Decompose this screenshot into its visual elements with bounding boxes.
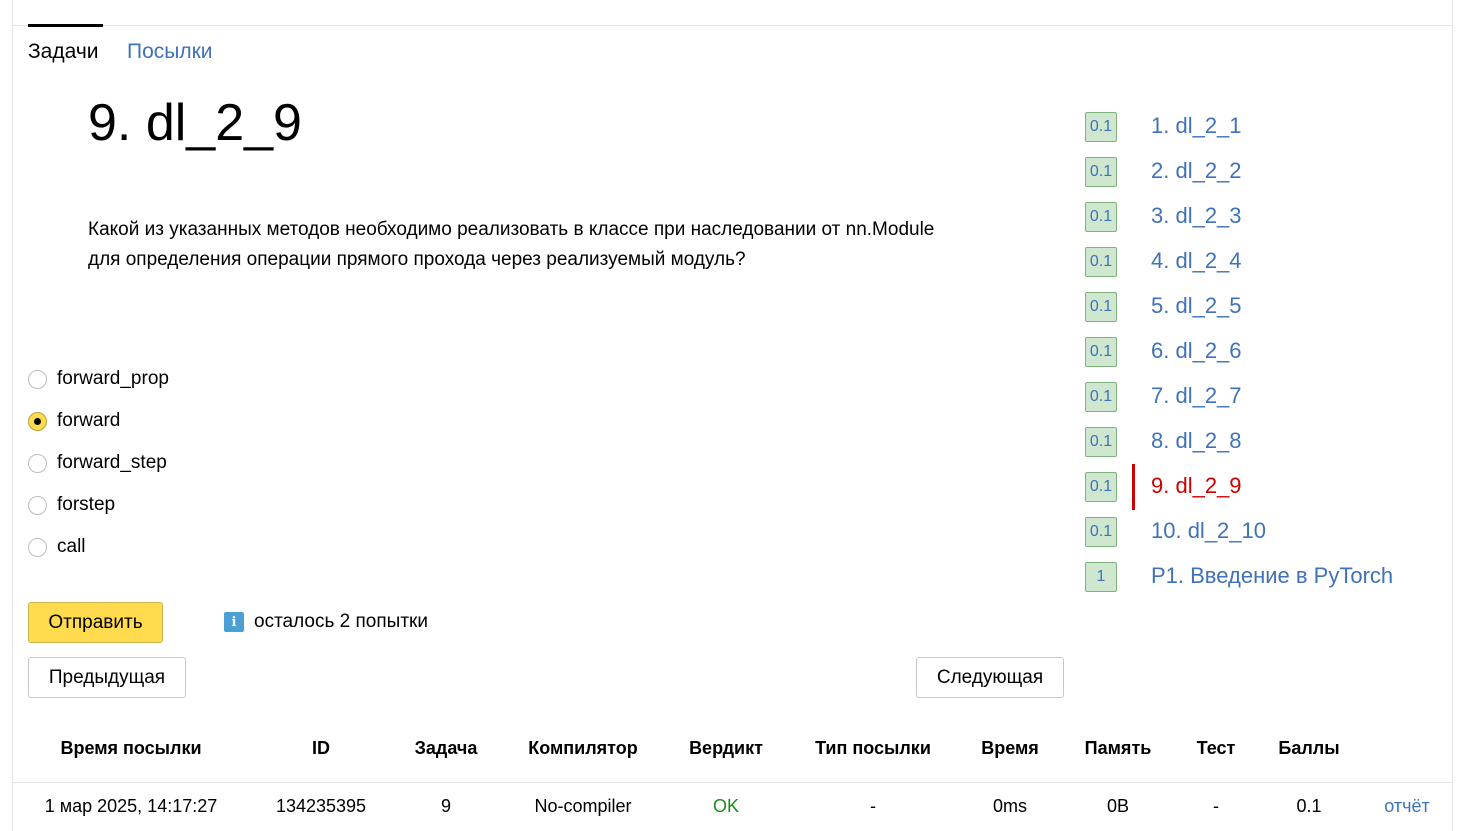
option-forward-step[interactable]: forward_step <box>28 451 167 475</box>
column-header: Баллы <box>1278 738 1340 758</box>
cell-score: 0.1 <box>1296 796 1322 816</box>
score-badge: 0.1 <box>1085 247 1117 277</box>
tab-tasks[interactable]: Задачи <box>28 24 103 64</box>
info-icon: i <box>224 612 244 632</box>
problem-link[interactable]: 5. dl_2_5 <box>1151 293 1242 319</box>
attempts-info: i осталось 2 попытки <box>224 611 428 633</box>
column-header: Компилятор <box>528 738 638 758</box>
problem-list-item[interactable]: 0.1 4. dl_2_4 <box>1085 247 1445 279</box>
statement-line-2: для определения операции прямого прохода… <box>88 249 746 270</box>
column-header: Память <box>1084 738 1152 758</box>
option-forward-prop[interactable]: forward_prop <box>28 367 169 391</box>
cell-memory: 0B <box>1106 796 1130 816</box>
column-header: Задача <box>414 738 478 758</box>
table-header: Время посылки ID Задача Компилятор Верди… <box>12 730 1453 783</box>
option-forward[interactable]: forward <box>28 409 120 433</box>
problem-list-item-current[interactable]: 0.1 9. dl_2_9 <box>1085 464 1445 510</box>
problem-link[interactable]: 10. dl_2_10 <box>1151 518 1266 544</box>
radio-button[interactable] <box>28 453 47 473</box>
problem-list-item[interactable]: 0.1 5. dl_2_5 <box>1085 292 1445 324</box>
score-badge: 0.1 <box>1085 292 1117 322</box>
problem-link[interactable]: 9. dl_2_9 <box>1151 473 1242 499</box>
score-badge: 0.1 <box>1085 427 1117 457</box>
cell-type: - <box>870 796 876 816</box>
cell-duration: 0ms <box>992 796 1028 816</box>
problem-link[interactable]: 4. dl_2_4 <box>1151 248 1242 274</box>
previous-button[interactable]: Предыдущая <box>28 657 186 698</box>
column-header: Время <box>981 738 1039 758</box>
problem-list-item[interactable]: 0.1 3. dl_2_3 <box>1085 202 1445 234</box>
cell-task: 9 <box>440 796 452 816</box>
score-badge: 0.1 <box>1085 472 1117 502</box>
option-label: forstep <box>57 494 116 515</box>
score-badge: 0.1 <box>1085 202 1117 232</box>
cell-compiler: No-compiler <box>534 796 632 816</box>
problem-link[interactable]: P1. Введение в PyTorch <box>1151 563 1393 589</box>
cell-test: - <box>1213 796 1219 816</box>
option-label: forward_step <box>57 452 167 473</box>
radio-button-checked[interactable] <box>28 411 47 431</box>
problem-list-item[interactable]: 0.1 6. dl_2_6 <box>1085 337 1445 369</box>
problem-link[interactable]: 8. dl_2_8 <box>1151 428 1242 454</box>
problem-statement: Какой из указанных методов необходимо ре… <box>88 215 1048 275</box>
column-header: Вердикт <box>689 738 763 758</box>
score-badge: 1 <box>1085 562 1117 592</box>
option-label: call <box>57 536 86 557</box>
problem-list-item[interactable]: 1 P1. Введение в PyTorch <box>1085 562 1445 594</box>
option-forstep[interactable]: forstep <box>28 493 115 517</box>
statement-line-1: Какой из указанных методов необходимо ре… <box>88 219 935 240</box>
problem-list-item[interactable]: 0.1 8. dl_2_8 <box>1085 427 1445 459</box>
problem-list-item[interactable]: 0.1 1. dl_2_1 <box>1085 112 1445 144</box>
problem-link[interactable]: 2. dl_2_2 <box>1151 158 1242 184</box>
cell-verdict: OK <box>712 796 740 816</box>
score-badge: 0.1 <box>1085 337 1117 367</box>
problem-list-item[interactable]: 0.1 10. dl_2_10 <box>1085 517 1445 549</box>
radio-button[interactable] <box>28 495 47 515</box>
option-label: forward <box>57 410 121 431</box>
column-header: Время посылки <box>60 738 202 758</box>
score-badge: 0.1 <box>1085 517 1117 547</box>
column-header: ID <box>312 738 330 758</box>
option-call[interactable]: call <box>28 535 86 559</box>
cell-time: 1 мар 2025, 14:17:27 <box>44 796 218 816</box>
next-button[interactable]: Следующая <box>916 657 1064 698</box>
problem-list-item[interactable]: 0.1 2. dl_2_2 <box>1085 157 1445 189</box>
radio-button[interactable] <box>28 369 47 389</box>
problem-link[interactable]: 1. dl_2_1 <box>1151 113 1242 139</box>
score-badge: 0.1 <box>1085 112 1117 142</box>
radio-button[interactable] <box>28 537 47 557</box>
attempts-text: осталось 2 попытки <box>254 611 428 632</box>
column-header: Тест <box>1196 738 1236 758</box>
score-badge: 0.1 <box>1085 157 1117 187</box>
score-badge: 0.1 <box>1085 382 1117 412</box>
option-label: forward_prop <box>57 368 169 389</box>
problem-link[interactable]: 7. dl_2_7 <box>1151 383 1242 409</box>
cell-id: 134235395 <box>275 796 367 816</box>
submit-button[interactable]: Отправить <box>28 602 163 643</box>
column-header: Тип посылки <box>815 738 931 758</box>
problem-link[interactable]: 3. dl_2_3 <box>1151 203 1242 229</box>
problem-title: 9. dl_2_9 <box>88 94 302 152</box>
header-divider <box>12 25 1453 26</box>
tab-submissions[interactable]: Посылки <box>127 40 213 64</box>
problem-list-item[interactable]: 0.1 7. dl_2_7 <box>1085 382 1445 414</box>
report-link[interactable]: отчёт <box>1384 796 1430 817</box>
problem-link[interactable]: 6. dl_2_6 <box>1151 338 1242 364</box>
